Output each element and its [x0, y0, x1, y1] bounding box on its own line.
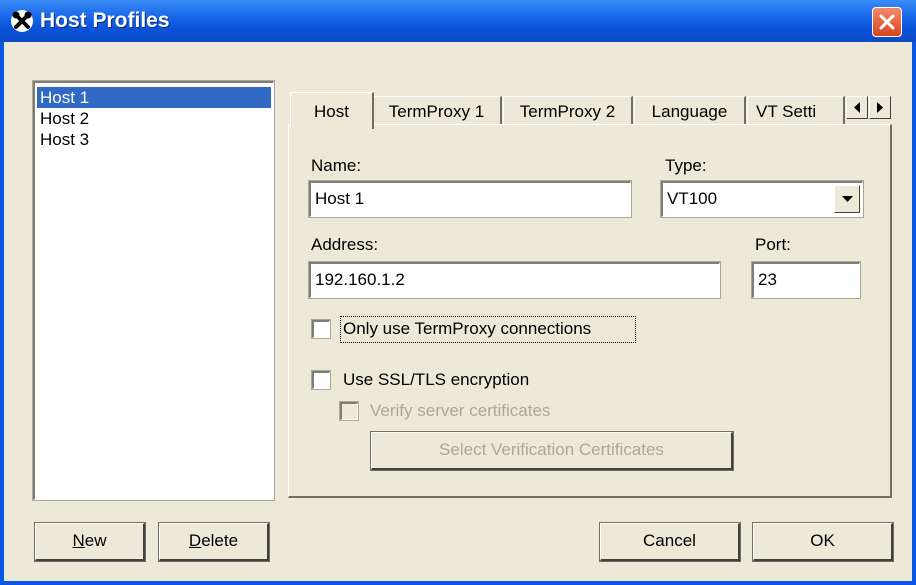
tab-scroll-left-button[interactable] — [846, 96, 868, 119]
tab-host[interactable]: Host — [290, 92, 374, 129]
type-dropdown-button[interactable] — [834, 185, 860, 213]
chevron-down-icon — [842, 196, 853, 202]
name-field[interactable]: Host 1 — [308, 180, 632, 218]
new-mnemonic: N — [72, 531, 85, 550]
ssl-checkbox[interactable] — [311, 370, 331, 390]
window-title: Host Profiles — [40, 9, 170, 32]
delete-mnemonic: D — [188, 531, 202, 550]
host-list-item[interactable]: Host 1 — [37, 87, 271, 108]
arrow-right-icon — [877, 102, 883, 113]
close-icon — [879, 14, 895, 30]
port-field[interactable]: 23 — [751, 261, 861, 299]
termproxy-only-checkbox[interactable] — [311, 319, 331, 339]
ssl-label[interactable]: Use SSL/TLS encryption — [343, 370, 529, 390]
close-button[interactable] — [872, 7, 902, 37]
tab-vt-settings[interactable]: VT Setti — [747, 96, 845, 127]
tab-language[interactable]: Language — [634, 96, 746, 127]
type-label: Type: — [665, 156, 707, 175]
verify-certificates-checkbox — [339, 401, 359, 421]
termproxy-only-label[interactable]: Only use TermProxy connections — [343, 319, 591, 339]
port-label: Port: — [755, 235, 791, 254]
host-list[interactable]: Host 1 Host 2 Host 3 — [32, 80, 275, 501]
delete-label: elete — [201, 531, 239, 550]
tab-scroll-right-button[interactable] — [869, 96, 891, 119]
ok-button[interactable]: OK — [752, 522, 894, 562]
tab-termproxy-2[interactable]: TermProxy 2 — [503, 96, 633, 127]
new-button[interactable]: New — [34, 522, 146, 562]
type-select[interactable]: VT100 — [660, 180, 864, 218]
host-list-item[interactable]: Host 3 — [37, 129, 271, 150]
title-bar[interactable]: Host Profiles — [0, 0, 916, 42]
verify-certificates-label: Verify server certificates — [370, 401, 551, 420]
host-list-item[interactable]: Host 2 — [37, 108, 271, 129]
address-field[interactable]: 192.160.1.2 — [308, 261, 721, 299]
arrow-left-icon — [854, 102, 860, 113]
new-label: ew — [84, 531, 107, 550]
type-select-value: VT100 — [667, 189, 718, 208]
address-label: Address: — [311, 235, 379, 254]
tab-termproxy-1[interactable]: TermProxy 1 — [372, 96, 502, 127]
delete-button[interactable]: Delete — [158, 522, 270, 562]
cancel-button[interactable]: Cancel — [599, 522, 741, 562]
tools-icon — [10, 9, 34, 33]
name-label: Name: — [311, 156, 362, 175]
select-certificates-button: Select Verification Certificates — [370, 431, 734, 471]
